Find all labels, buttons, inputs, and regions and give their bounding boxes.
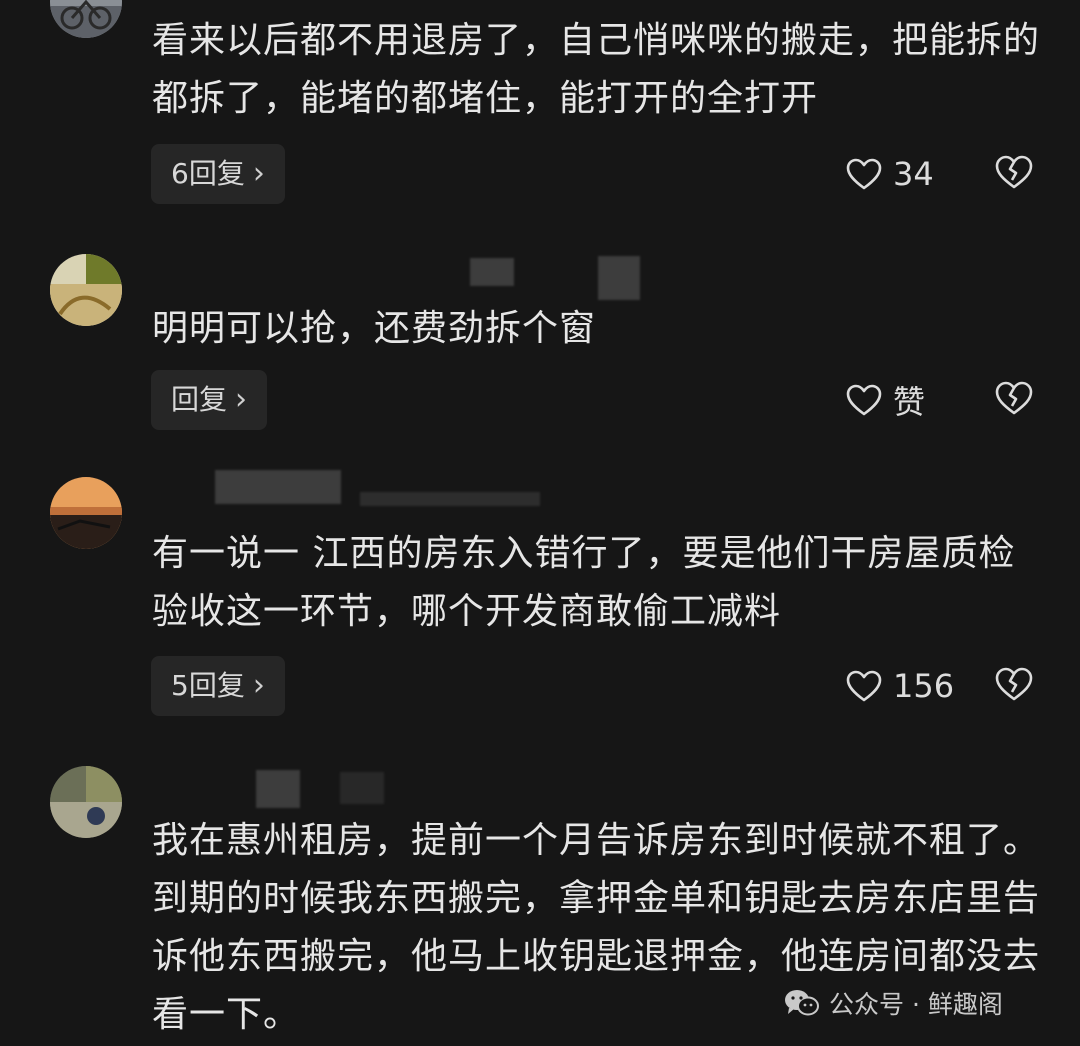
username-blur bbox=[256, 770, 300, 808]
comment-text: 有一说一 江西的房东入错行了，要是他们干房屋质检验收这一环节，哪个开发商敢偷工减… bbox=[152, 533, 1016, 632]
username-blur bbox=[215, 470, 341, 504]
reply-button[interactable]: 5回复 › bbox=[151, 656, 285, 716]
chevron-right-icon: › bbox=[252, 156, 265, 191]
like-count: 赞 bbox=[893, 383, 926, 421]
avatar[interactable] bbox=[50, 477, 122, 549]
like-count: 156 bbox=[893, 667, 955, 705]
watermark: 公众号 · 鲜趣阁 bbox=[783, 985, 1003, 1021]
watermark-text: 公众号 · 鲜趣阁 bbox=[829, 990, 1003, 1019]
comment-text: 明明可以抢，还费劲拆个窗 bbox=[152, 308, 597, 349]
reply-label: 5回复 bbox=[171, 669, 245, 702]
chevron-right-icon: › bbox=[252, 668, 265, 703]
dislike-button[interactable] bbox=[994, 666, 1034, 706]
broken-heart-icon bbox=[994, 154, 1034, 190]
chevron-right-icon: › bbox=[235, 382, 248, 417]
heart-icon bbox=[845, 157, 883, 191]
wechat-icon bbox=[783, 987, 821, 1019]
like-button[interactable]: 34 bbox=[845, 154, 934, 194]
reply-button[interactable]: 回复 › bbox=[151, 370, 268, 430]
comment-text: 看来以后都不用退房了，自己悄咪咪的搬走，把能拆的都拆了，能堵的都堵住，能打开的全… bbox=[152, 20, 1041, 119]
username-blur bbox=[470, 258, 514, 286]
reply-label: 回复 bbox=[171, 383, 228, 416]
dislike-button[interactable] bbox=[994, 380, 1034, 420]
timestamp-blur bbox=[598, 256, 640, 300]
reply-label: 6回复 bbox=[171, 157, 245, 190]
heart-icon bbox=[845, 383, 883, 417]
broken-heart-icon bbox=[994, 666, 1034, 702]
broken-heart-icon bbox=[994, 380, 1034, 416]
like-button[interactable]: 赞 bbox=[845, 380, 926, 421]
avatar[interactable] bbox=[50, 766, 122, 838]
timestamp-blur bbox=[360, 492, 540, 506]
reply-button[interactable]: 6回复 › bbox=[151, 144, 285, 204]
like-button[interactable]: 156 bbox=[845, 666, 954, 706]
like-count: 34 bbox=[893, 155, 934, 193]
heart-icon bbox=[845, 669, 883, 703]
dislike-button[interactable] bbox=[994, 154, 1034, 194]
timestamp-blur bbox=[340, 772, 384, 804]
avatar[interactable] bbox=[50, 254, 122, 326]
avatar[interactable] bbox=[50, 0, 122, 38]
